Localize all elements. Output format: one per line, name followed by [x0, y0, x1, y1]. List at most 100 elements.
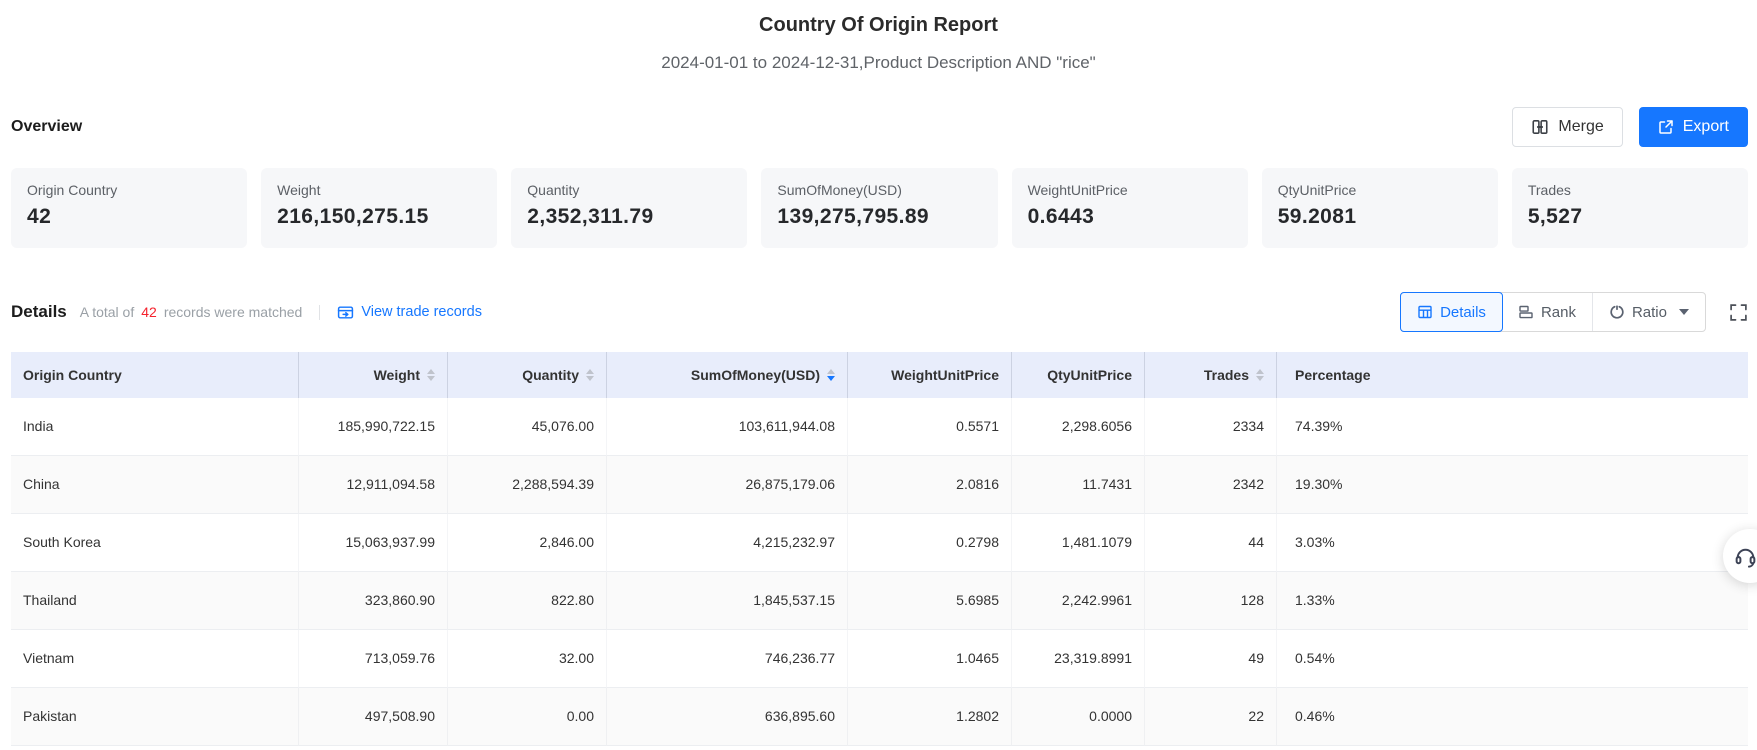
table-row: Thailand 323,860.90 822.80 1,845,537.15 5.69… — [11, 572, 1748, 630]
table-row: South Korea 15,063,937.99 2,846.00 4,215,23… — [11, 514, 1748, 572]
sort-caret-up-icon — [427, 369, 435, 374]
column-header-trades[interactable]: Trades — [1145, 352, 1277, 398]
card-label: WeightUnitPrice — [1027, 182, 1128, 198]
tab-details[interactable]: Details — [1400, 292, 1503, 332]
card-value: 139,275,795.89 — [777, 205, 929, 228]
overview-heading: Overview — [11, 118, 83, 135]
trade-records-icon — [337, 304, 354, 321]
cell-quantity: 45,076.00 — [448, 398, 607, 456]
column-header-label: SumOfMoney(USD) — [690, 367, 820, 383]
cell-qtyunitprice: 0.0000 — [1012, 688, 1145, 746]
details-controls: Details Rank Ratio — [1400, 292, 1748, 332]
sort-caret-down-icon — [586, 376, 594, 381]
cell-sumofmoney-usd: 4,215,232.97 — [607, 514, 848, 572]
column-header-label: Quantity — [522, 367, 579, 383]
card-value: 2,352,311.79 — [527, 205, 654, 228]
cell-qtyunitprice: 1,481.1079 — [1012, 514, 1145, 572]
match-count: 42 — [141, 304, 157, 320]
cell-weight: 497,508.90 — [299, 688, 448, 746]
card-label: Weight — [277, 182, 321, 198]
details-table: Origin Country Weight Quantity SumOfMoney(U… — [11, 352, 1748, 746]
sort-caret-down-icon — [1256, 376, 1264, 381]
overview-card-weightunitprice: WeightUnitPrice 0.6443 — [1011, 168, 1248, 248]
cell-weight: 15,063,937.99 — [299, 514, 448, 572]
card-value: 0.6443 — [1027, 205, 1095, 228]
table-header-row: Origin Country Weight Quantity SumOfMoney(U… — [11, 352, 1748, 398]
column-header-label: Weight — [373, 367, 420, 383]
column-header-sumofmoney-usd[interactable]: SumOfMoney(USD) — [607, 352, 848, 398]
cell-origin-country: China — [11, 456, 299, 514]
country-of-origin-report-page: Country Of Origin Report 2024-01-01 to 2… — [0, 0, 1757, 746]
merge-button-label: Merge — [1558, 118, 1604, 135]
match-prefix: A total of — [79, 304, 135, 320]
table-body: India 185,990,722.15 45,076.00 103,611,944.… — [11, 398, 1748, 746]
cell-percentage: 0.46% — [1277, 688, 1748, 746]
tab-label: Ratio — [1631, 303, 1667, 321]
cell-trades: 22 — [1145, 688, 1277, 746]
match-summary: A total of 42 records were matched — [80, 304, 303, 320]
view-trade-records-link[interactable]: View trade records — [337, 304, 482, 321]
view-trade-records-label: View trade records — [361, 304, 482, 320]
chevron-down-icon — [1679, 309, 1689, 315]
table-row: India 185,990,722.15 45,076.00 103,611,944.… — [11, 398, 1748, 456]
cell-trades: 2334 — [1145, 398, 1277, 456]
table-row: Pakistan 497,508.90 0.00 636,895.60 1.2802 0.… — [11, 688, 1748, 746]
column-header-quantity[interactable]: Quantity — [448, 352, 607, 398]
sort-caret-icon — [427, 369, 435, 381]
cell-percentage: 1.33% — [1277, 572, 1748, 630]
view-switcher: Details Rank Ratio — [1400, 292, 1706, 332]
cell-origin-country: Vietnam — [11, 630, 299, 688]
merge-icon — [1531, 118, 1549, 136]
cell-weight: 713,059.76 — [299, 630, 448, 688]
cell-sumofmoney-usd: 26,875,179.06 — [607, 456, 848, 514]
sort-caret-up-icon — [827, 369, 835, 374]
divider — [319, 304, 321, 320]
column-header-label: QtyUnitPrice — [1047, 367, 1132, 383]
sort-caret-up-icon — [586, 369, 594, 374]
fullscreen-icon — [1730, 303, 1747, 321]
overview-cards: Origin Country 42 Weight 216,150,275.15 Quan… — [11, 168, 1748, 248]
sort-caret-icon — [827, 369, 835, 381]
details-bar: Details A total of 42 records were match… — [11, 292, 1748, 332]
export-button[interactable]: Export — [1638, 107, 1748, 147]
cell-quantity: 2,288,594.39 — [448, 456, 607, 514]
cell-origin-country: Thailand — [11, 572, 299, 630]
cell-weightunitprice: 0.2798 — [848, 514, 1012, 572]
column-header-label: Trades — [1203, 367, 1249, 383]
cell-trades: 44 — [1145, 514, 1277, 572]
cell-weight: 323,860.90 — [299, 572, 448, 630]
cell-origin-country: South Korea — [11, 514, 299, 572]
card-value: 59.2081 — [1277, 205, 1357, 228]
cell-qtyunitprice: 2,242.9961 — [1012, 572, 1145, 630]
card-label: Quantity — [527, 182, 580, 198]
cell-percentage: 0.54% — [1277, 630, 1748, 688]
cell-qtyunitprice: 23,319.8991 — [1012, 630, 1145, 688]
details-heading: Details — [11, 302, 67, 321]
tab-rank[interactable]: Rank — [1502, 293, 1592, 331]
table-icon — [1417, 304, 1433, 320]
column-header-label: WeightUnitPrice — [891, 367, 999, 383]
overview-card-quantity: Quantity 2,352,311.79 — [511, 168, 748, 248]
column-header-weight[interactable]: Weight — [299, 352, 448, 398]
cell-percentage: 74.39% — [1277, 398, 1748, 456]
page-title: Country Of Origin Report — [759, 14, 998, 36]
cell-weightunitprice: 0.5571 — [848, 398, 1012, 456]
headset-icon — [1733, 544, 1757, 569]
report-actions: Merge Export — [1512, 107, 1748, 147]
cell-qtyunitprice: 11.7431 — [1012, 456, 1145, 514]
sort-caret-icon — [1256, 369, 1264, 381]
merge-button[interactable]: Merge — [1512, 107, 1623, 147]
overview-card-qtyunitprice: QtyUnitPrice 59.2081 — [1261, 168, 1498, 248]
sort-caret-up-icon — [1256, 369, 1264, 374]
table-row: Vietnam 713,059.76 32.00 746,236.77 1.0465 23… — [11, 630, 1748, 688]
tab-label: Details — [1440, 303, 1486, 321]
card-value: 216,150,275.15 — [277, 205, 429, 228]
cell-weight: 12,911,094.58 — [299, 456, 448, 514]
overview-bar: Overview Merge Export — [11, 107, 1748, 147]
tab-ratio[interactable]: Ratio — [1591, 293, 1705, 331]
sort-caret-icon — [586, 369, 594, 381]
fullscreen-button[interactable] — [1729, 303, 1748, 322]
overview-card-origin-country: Origin Country 42 — [11, 168, 248, 248]
cell-qtyunitprice: 2,298.6056 — [1012, 398, 1145, 456]
report-filter-summary: 2024-01-01 to 2024-12-31,Product Descrip… — [661, 53, 1096, 72]
